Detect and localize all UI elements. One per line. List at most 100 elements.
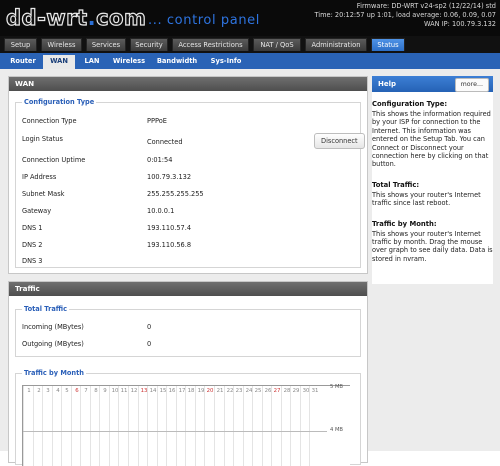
- tab-setup[interactable]: Setup: [4, 38, 37, 51]
- day-gridline: [233, 386, 234, 466]
- tab-status[interactable]: Status: [371, 38, 405, 51]
- wan-section-title: WAN: [9, 77, 367, 91]
- help-text: This shows your router's Internet traffi…: [372, 190, 481, 208]
- tab-administration[interactable]: Administration: [305, 38, 367, 51]
- total-traffic-legend: Total Traffic: [22, 305, 70, 313]
- row-label: IP Address: [22, 173, 57, 181]
- gateway-value: 10.0.0.1: [147, 207, 175, 215]
- traffic-by-month-legend: Traffic by Month: [22, 369, 86, 377]
- day-gridline: [99, 386, 100, 466]
- tab-security[interactable]: Security: [130, 38, 168, 51]
- configuration-type-legend: Configuration Type: [22, 98, 97, 106]
- wan-section: WAN Configuration Type Connection Type P…: [8, 76, 368, 274]
- connection-uptime-value: 0:01:54: [147, 156, 173, 164]
- wan-ip: WAN IP: 100.79.3.132: [424, 20, 496, 28]
- traffic-by-month-fieldset: Traffic by Month 1 2 3 4 5 6 7 8 9 10 11 12 13 14 15 16…: [15, 369, 361, 466]
- subtab-wireless[interactable]: Wireless: [109, 55, 149, 69]
- tab-access-restrictions[interactable]: Access Restrictions: [172, 38, 249, 51]
- row-label: Outgoing (MBytes): [22, 340, 84, 348]
- ip-address-value: 100.79.3.132: [147, 173, 192, 181]
- day-gridline: [52, 386, 53, 466]
- tab-services[interactable]: Services: [86, 38, 126, 51]
- day-gridline: [166, 386, 167, 466]
- day-gridline: [42, 386, 43, 466]
- dns2-value: 193.110.56.8: [147, 241, 192, 249]
- y-axis-label: 5 MB: [330, 384, 343, 390]
- traffic-section-title: Traffic: [9, 282, 367, 296]
- dns1-value: 193.110.57.4: [147, 224, 192, 232]
- row-label: DNS 1: [22, 224, 43, 232]
- day-gridline: [281, 386, 282, 466]
- help-heading: Traffic by Month:: [372, 219, 437, 228]
- more-button[interactable]: more...: [454, 78, 489, 92]
- incoming-value: 0: [147, 323, 152, 331]
- traffic-by-month-graph[interactable]: 1 2 3 4 5 6 7 8 9 10 11 12 13 14 15 16 17 18 19 20 21 22 23 24 2…: [22, 385, 350, 466]
- subtab-wan[interactable]: WAN: [43, 55, 75, 69]
- row-label: Connection Uptime: [22, 156, 86, 164]
- row-label: DNS 2: [22, 241, 43, 249]
- day-gridline: [214, 386, 215, 466]
- day-gridline: [61, 386, 62, 466]
- day-gridline: [243, 386, 244, 466]
- total-traffic-fieldset: Total Traffic Incoming (MBytes) 0 Outgoi…: [15, 305, 361, 357]
- tab-nat-qos[interactable]: NAT / QoS: [253, 38, 301, 51]
- day-gridline: [109, 386, 110, 466]
- grid-line: [23, 431, 327, 432]
- subtab-lan[interactable]: LAN: [78, 55, 106, 69]
- day-gridline: [138, 386, 139, 466]
- day-gridline: [157, 386, 158, 466]
- configuration-type-fieldset: Configuration Type Connection Type PPPoE…: [15, 98, 365, 268]
- day-number-label: 31: [311, 388, 319, 394]
- help-heading: Total Traffic:: [372, 180, 420, 189]
- day-gridline: [118, 386, 119, 466]
- day-gridline: [309, 386, 310, 466]
- day-gridline: [176, 386, 177, 466]
- row-label: Login Status: [22, 135, 63, 143]
- day-gridline: [300, 386, 301, 466]
- day-gridline: [252, 386, 253, 466]
- help-text: This shows the information required by y…: [372, 110, 491, 169]
- main-navigation: Setup Wireless Services Security Access …: [0, 36, 500, 53]
- row-label: DNS 3: [22, 257, 43, 265]
- control-panel-subtitle: ... control panel: [148, 13, 260, 28]
- uptime-info: Time: 20:12:57 up 1:01, load average: 0.…: [314, 11, 496, 19]
- help-heading: Configuration Type:: [372, 100, 448, 108]
- day-gridline: [71, 386, 72, 466]
- dd-wrt-logo: dd-wrt.com: [5, 5, 147, 30]
- row-label: Subnet Mask: [22, 190, 65, 198]
- day-gridline: [224, 386, 225, 466]
- firmware-version: Firmware: DD-WRT v24-sp2 (12/22/14) std: [356, 2, 496, 10]
- subtab-bandwidth[interactable]: Bandwidth: [152, 55, 202, 69]
- day-gridline: [204, 386, 205, 466]
- day-gridline: [262, 386, 263, 466]
- help-text: This shows your router's Internet traffi…: [372, 229, 493, 263]
- subtab-router[interactable]: Router: [6, 55, 40, 69]
- row-label: Incoming (MBytes): [22, 323, 84, 331]
- day-gridline: [147, 386, 148, 466]
- connection-type-value: PPPoE: [147, 117, 167, 125]
- login-status-value: Connected Disconnect: [147, 133, 365, 149]
- row-label: Connection Type: [22, 117, 77, 125]
- help-title: Help more...: [372, 76, 493, 92]
- traffic-section: Traffic Total Traffic Incoming (MBytes) …: [8, 281, 368, 466]
- y-axis-label: 4 MB: [330, 427, 343, 433]
- row-label: Gateway: [22, 207, 52, 215]
- day-gridline: [90, 386, 91, 466]
- help-panel: Help more... Configuration Type: This sh…: [372, 76, 493, 284]
- day-gridline: [128, 386, 129, 466]
- day-gridline: [185, 386, 186, 466]
- disconnect-button[interactable]: Disconnect: [314, 133, 365, 149]
- header: dd-wrt.com ... control panel Firmware: D…: [0, 0, 500, 36]
- day-gridline: [271, 386, 272, 466]
- tab-wireless[interactable]: Wireless: [41, 38, 82, 51]
- day-gridline: [23, 386, 24, 466]
- router-status-info: Firmware: DD-WRT v24-sp2 (12/22/14) std …: [314, 2, 496, 29]
- outgoing-value: 0: [147, 340, 152, 348]
- day-gridline: [195, 386, 196, 466]
- day-gridline: [80, 386, 81, 466]
- day-gridline: [33, 386, 34, 466]
- subnet-mask-value: 255.255.255.255: [147, 190, 204, 198]
- subtab-sys-info[interactable]: Sys-Info: [205, 55, 247, 69]
- day-gridline: [290, 386, 291, 466]
- sub-navigation: Router WAN LAN Wireless Bandwidth Sys-In…: [0, 53, 500, 69]
